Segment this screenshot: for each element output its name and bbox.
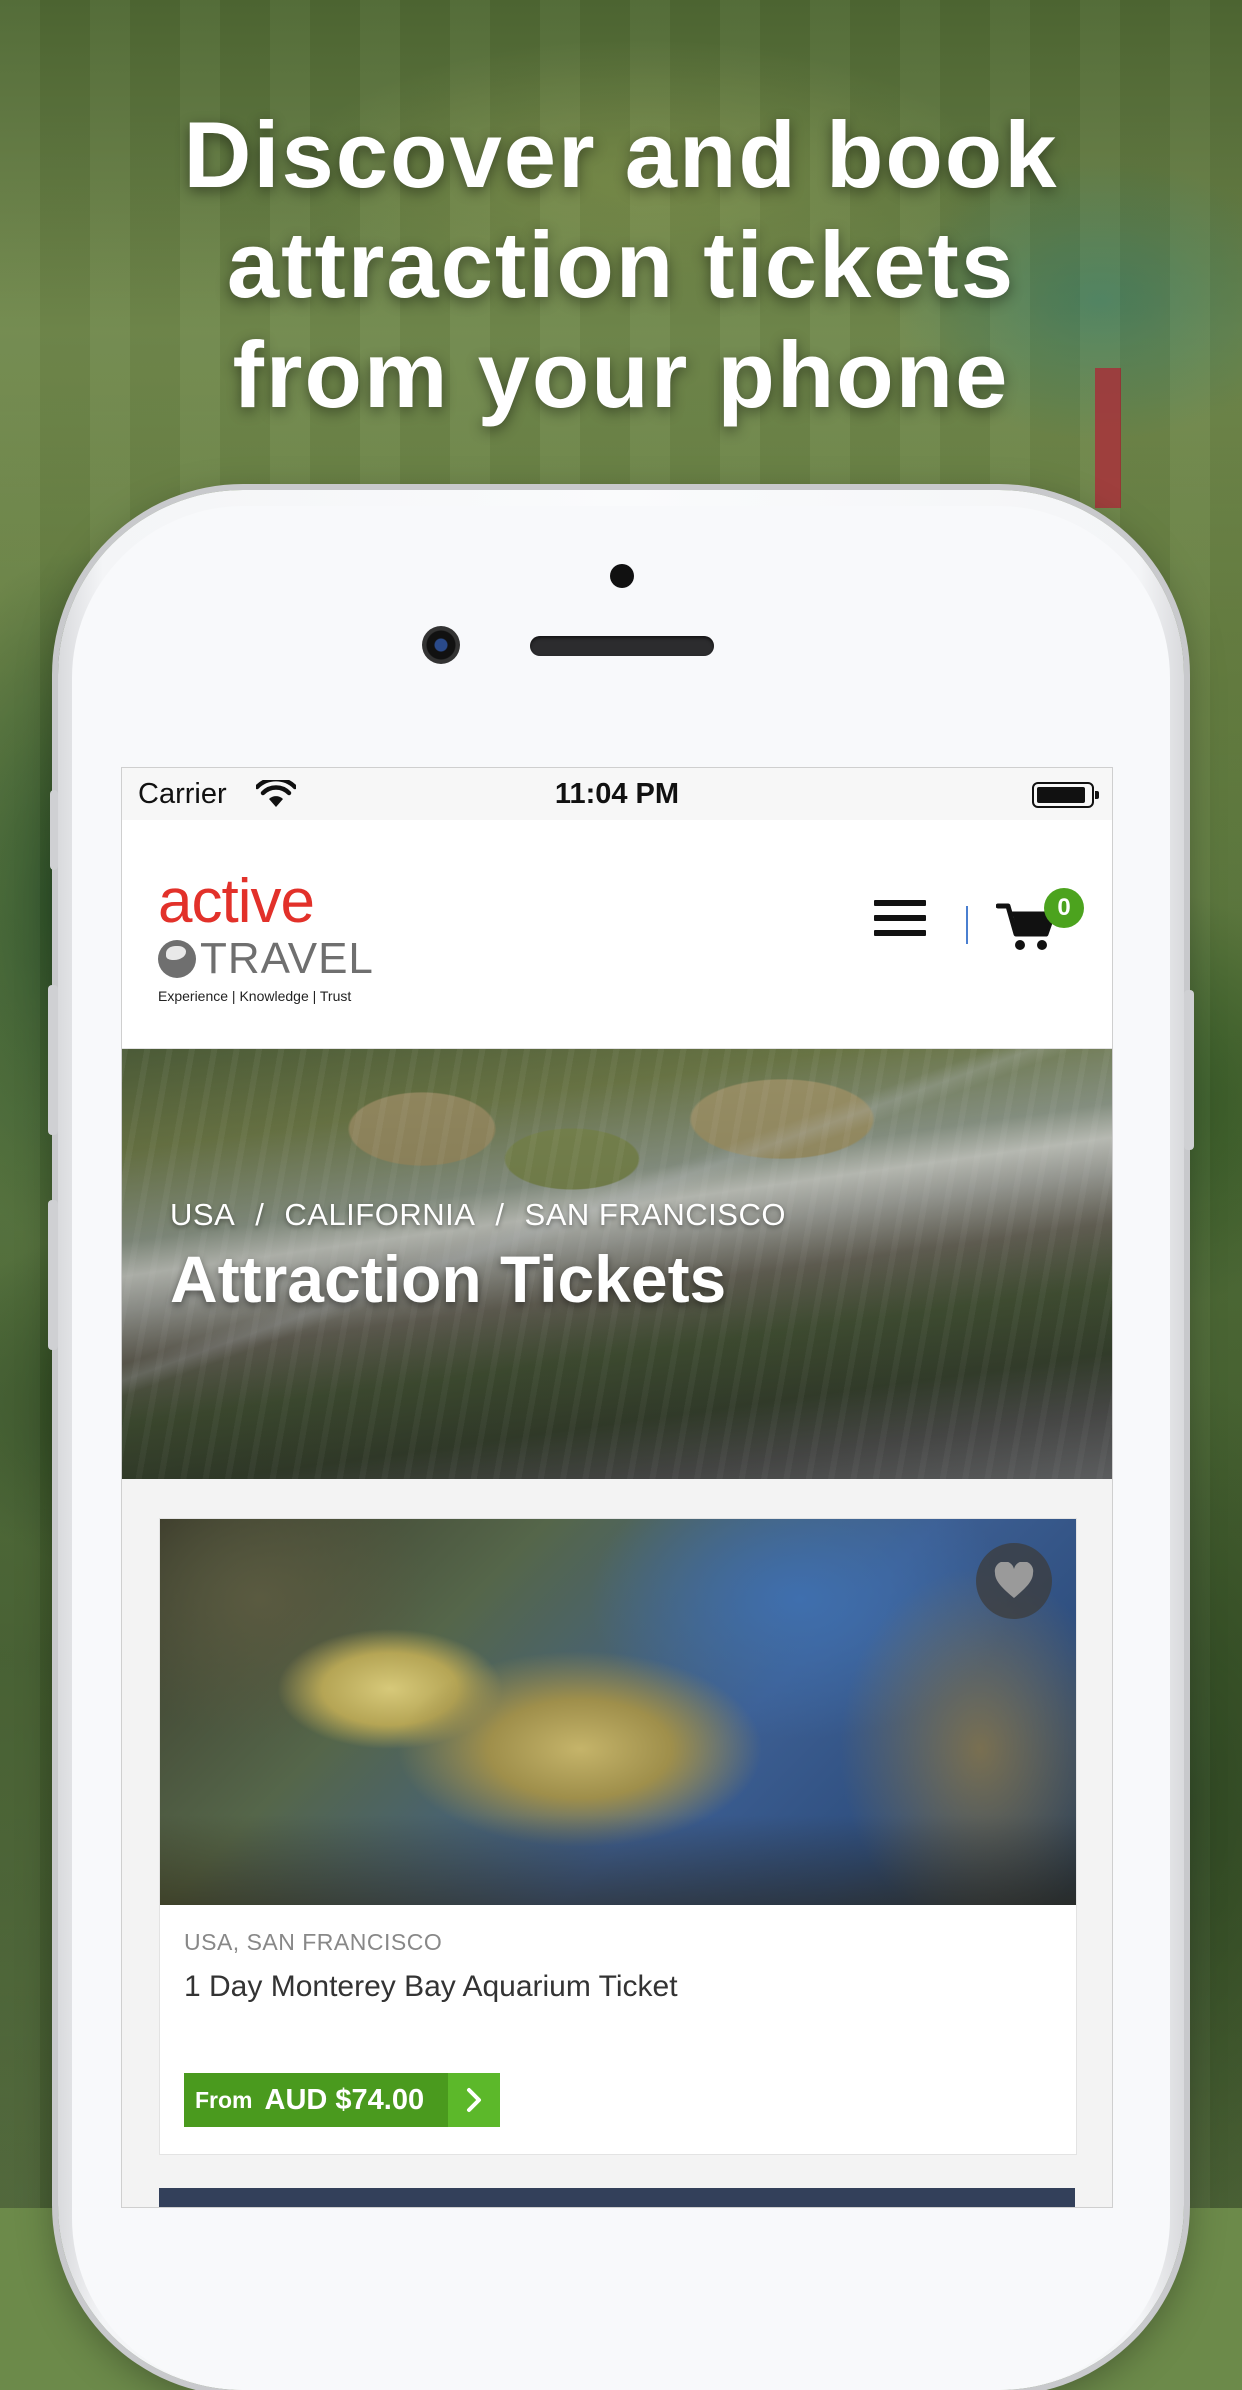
logo-travel-row: TRAVEL (158, 934, 374, 984)
phone-volume-down (48, 1200, 58, 1350)
menu-bar (874, 915, 926, 921)
status-time: 11:04 PM (554, 778, 680, 810)
heart-icon (994, 1562, 1034, 1598)
phone-power-button (1184, 990, 1194, 1150)
breadcrumb: USA / CALIFORNIA / SAN FRANCISCO (170, 1197, 786, 1233)
card-title[interactable]: 1 Day Monterey Bay Aquarium Ticket (184, 1970, 1052, 2004)
attraction-photo[interactable] (160, 1519, 1076, 1905)
breadcrumb-san-francisco[interactable]: SAN FRANCISCO (525, 1197, 786, 1232)
app-header: active TRAVEL Experience | Knowledge | T… (122, 820, 1112, 1049)
card-body: USA, SAN FRANCISCO 1 Day Monterey Bay Aq… (160, 1905, 1076, 2004)
battery-icon (1032, 782, 1099, 808)
brand-logo[interactable]: active TRAVEL Experience | Knowledge | T… (158, 867, 374, 1004)
proximity-sensor (610, 564, 634, 588)
price-amount: AUD $74.00 (264, 2083, 425, 2116)
attraction-card[interactable]: USA, SAN FRANCISCO 1 Day Monterey Bay Aq… (159, 1518, 1077, 2155)
price-prefix: From (195, 2086, 253, 2113)
favorite-button[interactable] (976, 1543, 1052, 1619)
logo-tagline: Experience | Knowledge | Trust (158, 988, 352, 1004)
status-bar: Carrier 11:04 PM (122, 768, 1112, 820)
breadcrumb-usa[interactable]: USA (170, 1197, 235, 1232)
phone-volume-up (48, 985, 58, 1135)
globe-icon (158, 940, 196, 978)
chevron-right-icon (448, 2073, 500, 2127)
logo-subword: TRAVEL (200, 934, 374, 983)
price-button[interactable]: From AUD $74.00 (184, 2073, 500, 2127)
hamburger-menu-icon[interactable] (874, 900, 926, 944)
breadcrumb-separator: / (495, 1197, 505, 1232)
front-camera (422, 626, 460, 664)
header-divider (966, 906, 968, 944)
logo-wordmark: active (158, 867, 315, 936)
cart-count-badge: 0 (1044, 888, 1084, 928)
card-location: USA, SAN FRANCISCO (184, 1929, 443, 1955)
phone-mute-switch (50, 790, 58, 870)
earpiece-speaker (530, 636, 714, 656)
promo-headline-line-2: attraction tickets (226, 212, 1016, 317)
breadcrumb-california[interactable]: CALIFORNIA (284, 1197, 475, 1232)
hero-banner: USA / CALIFORNIA / SAN FRANCISCO Attraction … (122, 1049, 1112, 1479)
app-screen: Carrier 11:04 PM active TRAVEL Experienc… (121, 767, 1113, 2208)
menu-bar (874, 900, 926, 906)
next-attraction-card-preview[interactable] (159, 2188, 1075, 2207)
breadcrumb-separator: / (255, 1197, 265, 1232)
page-title: Attraction Tickets (170, 1242, 727, 1316)
menu-bar (874, 930, 926, 936)
promo-headline: Discover and book attraction tickets fro… (0, 100, 1242, 430)
promo-headline-line-1: Discover and book (183, 102, 1059, 207)
promo-headline-line-3: from your phone (232, 322, 1010, 427)
